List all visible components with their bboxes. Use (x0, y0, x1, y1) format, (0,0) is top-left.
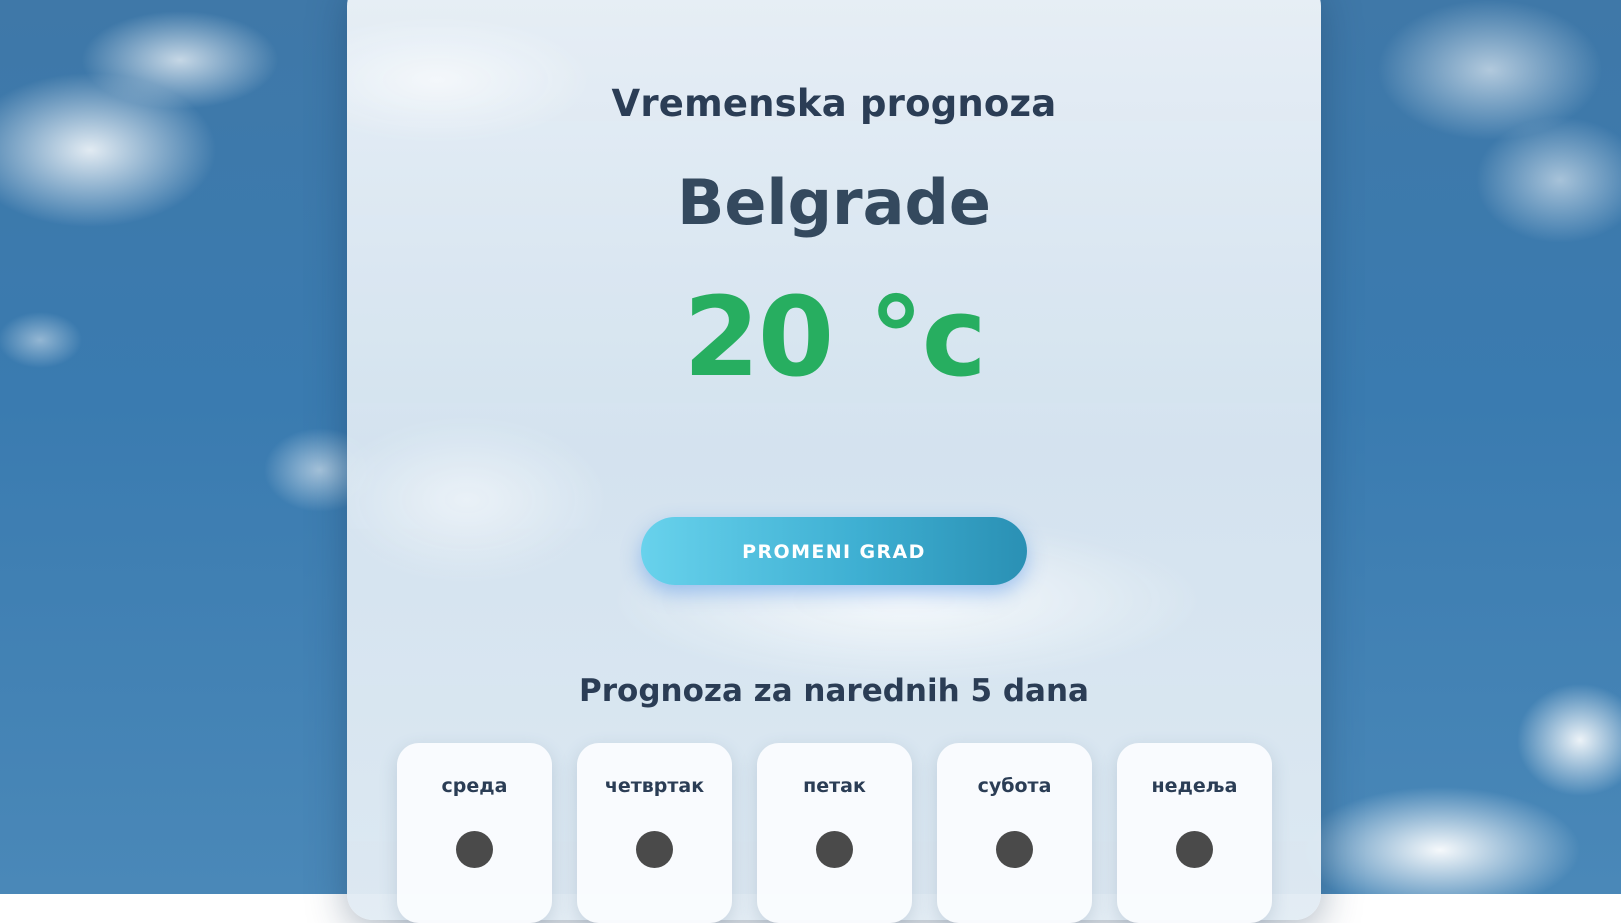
city-name: Belgrade (677, 166, 991, 239)
forecast-day-name: четвртак (604, 775, 705, 797)
forecast-day-card: петак (757, 743, 912, 923)
weather-card: Vremenska prognoza Belgrade 20 °c PROMEN… (347, 0, 1321, 923)
change-city-button[interactable]: PROMENI GRAD (641, 517, 1027, 585)
forecast-day-name: недеља (1151, 775, 1238, 797)
weather-icon (816, 831, 853, 868)
forecast-day-name: петак (803, 775, 866, 797)
current-temperature: 20 °c (683, 273, 987, 401)
forecast-day-card: четвртак (577, 743, 732, 923)
app-title: Vremenska prognoza (611, 82, 1057, 125)
forecast-day-name: субота (977, 775, 1052, 797)
weather-icon (1176, 831, 1213, 868)
forecast-day-card: недеља (1117, 743, 1272, 923)
forecast-day-name: среда (441, 775, 508, 797)
forecast-title: Prognoza za narednih 5 dana (579, 673, 1089, 709)
weather-icon (456, 831, 493, 868)
weather-icon (636, 831, 673, 868)
forecast-day-card: субота (937, 743, 1092, 923)
forecast-day-card: среда (397, 743, 552, 923)
weather-icon (996, 831, 1033, 868)
